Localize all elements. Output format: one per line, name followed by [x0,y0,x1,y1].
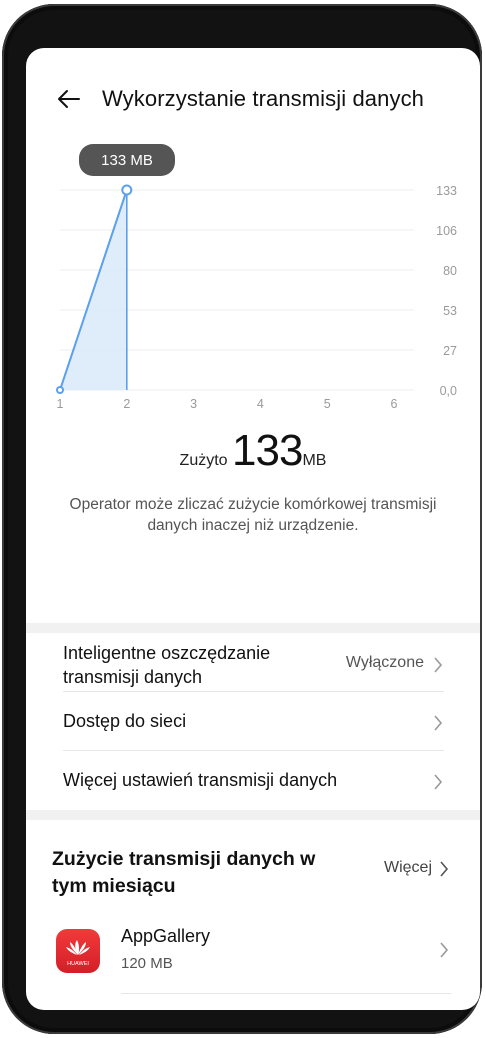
app-icon-text: HUAWEI [67,961,89,967]
smart-data-saver-label: Inteligentne oszczędzanie transmisji dan… [63,643,271,687]
section-divider [26,623,480,633]
usage-label: Zużyto [179,452,228,469]
operator-note: Operator może zliczać zużycie komórkowej… [69,496,437,534]
chevron-right-icon [434,657,443,673]
chevron-right-icon [434,715,443,731]
y-tick-label: 133 [436,184,457,198]
app-data-size: 120 MB [121,955,173,972]
x-tick-label: 6 [391,397,398,411]
row-divider [63,691,444,692]
app-bar: Wykorzystanie transmisji danych [26,48,480,152]
more-link[interactable]: Więcej [384,859,432,877]
chart-tooltip: 133 MB [79,144,175,176]
usage-chart: 0,0 27 53 80 106 133 1 2 3 4 5 6 [56,184,457,411]
x-tick-label: 4 [257,397,264,411]
more-data-settings-label: Więcej ustawień transmisji danych [63,770,338,790]
data-point [56,386,64,394]
data-point [121,184,133,196]
row-divider [63,750,444,751]
smart-data-saver-value: Wyłączone [345,654,424,671]
x-tick-label: 3 [190,397,197,411]
huawei-flower-icon: HUAWEI [66,940,90,967]
section-divider [26,810,480,820]
back-arrow-icon[interactable] [54,84,84,114]
usage-summary: Zużyto 133MB [26,426,480,476]
network-access-row[interactable]: Dostęp do sieci [63,711,444,735]
chevron-right-icon [434,774,443,790]
chevron-right-icon[interactable] [438,860,450,878]
huawei-appgallery-icon: HUAWEI [56,929,100,973]
page-title: Wykorzystanie transmisji danych [102,86,425,111]
y-tick-label: 80 [443,264,457,278]
y-tick-label: 106 [436,224,457,238]
x-tick-label: 2 [123,397,130,411]
y-tick-label: 27 [443,344,457,358]
chevron-right-icon [440,942,449,958]
usage-value: 133 [232,426,303,475]
x-tick-label: 5 [324,397,331,411]
usage-unit: MB [302,452,327,469]
y-tick-label: 0,0 [440,384,457,398]
screen: Wykorzystanie transmisji danych 0,0 27 53 8… [26,48,480,1010]
smart-data-saver-row[interactable]: Inteligentne oszczędzanie transmisji dan… [63,641,444,691]
network-access-label: Dostęp do sieci [63,711,187,731]
x-tick-label: 1 [57,397,64,411]
y-tick-label: 53 [443,304,457,318]
row-divider [121,993,451,994]
monthly-usage-title: Zużycie transmisji danych w tym miesiącu [52,848,316,897]
phone-frame: Wykorzystanie transmisji danych 0,0 27 53 8… [2,4,482,1034]
app-name: AppGallery [121,926,211,946]
more-data-settings-row[interactable]: Więcej ustawień transmisji danych [63,770,444,794]
